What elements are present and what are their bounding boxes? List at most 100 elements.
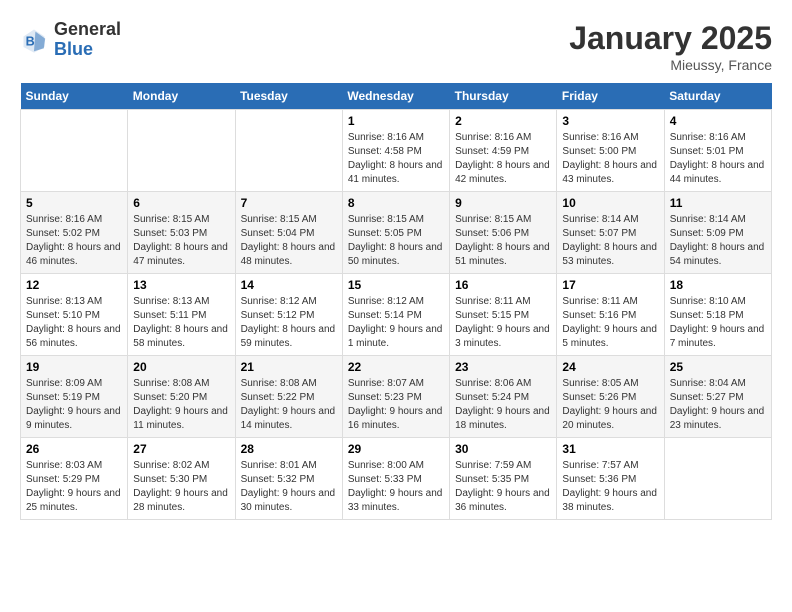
day-info: Sunrise: 8:16 AM Sunset: 4:59 PM Dayligh…	[455, 131, 551, 187]
day-info: Sunrise: 8:14 AM Sunset: 5:09 PM Dayligh…	[670, 213, 766, 269]
day-number: 25	[670, 360, 766, 374]
day-info: Sunrise: 8:15 AM Sunset: 5:06 PM Dayligh…	[455, 213, 551, 269]
calendar-day-empty	[664, 438, 771, 520]
calendar-day-15: 15Sunrise: 8:12 AM Sunset: 5:14 PM Dayli…	[342, 274, 449, 356]
day-number: 4	[670, 114, 766, 128]
calendar-day-1: 1Sunrise: 8:16 AM Sunset: 4:58 PM Daylig…	[342, 110, 449, 192]
day-info: Sunrise: 8:09 AM Sunset: 5:19 PM Dayligh…	[26, 377, 122, 433]
calendar-day-11: 11 Sunrise: 8:14 AM Sunset: 5:09 PM Dayli…	[664, 192, 771, 274]
day-info: Sunrise: 8:16 AM Sunset: 5:01 PM Dayligh…	[670, 131, 766, 187]
calendar-day-25: 25 Sunrise: 8:04 AM Sunset: 5:27 PM Dayli…	[664, 356, 771, 438]
day-info: Sunrise: 8:15 AM Sunset: 5:04 PM Dayligh…	[241, 213, 337, 269]
calendar-day-22: 22 Sunrise: 8:07 AM Sunset: 5:23 PM Dayli…	[342, 356, 449, 438]
page-header: B General Blue January 2025 Mieussy, Fra…	[20, 20, 772, 73]
day-number: 27	[133, 442, 229, 456]
weekday-header-friday: Friday	[557, 83, 664, 110]
day-number: 8	[348, 196, 444, 210]
day-info: Sunrise: 8:15 AM Sunset: 5:05 PM Dayligh…	[348, 213, 444, 269]
day-info: Sunrise: 8:11 AM Sunset: 5:15 PM Dayligh…	[455, 295, 551, 351]
logo: B General Blue	[20, 20, 121, 60]
day-number: 21	[241, 360, 337, 374]
day-info: Sunrise: 8:13 AM Sunset: 5:11 PM Dayligh…	[133, 295, 229, 351]
day-number: 14	[241, 278, 337, 292]
day-info: Sunrise: 8:00 AM Sunset: 5:33 PM Dayligh…	[348, 459, 444, 515]
calendar-week-row: 26 Sunrise: 8:03 AM Sunset: 5:29 PM Dayli…	[21, 438, 772, 520]
calendar-day-31: 31 Sunrise: 7:57 AM Sunset: 5:36 PM Dayli…	[557, 438, 664, 520]
calendar-day-empty	[128, 110, 235, 192]
calendar-day-3: 3Sunrise: 8:16 AM Sunset: 5:00 PM Daylig…	[557, 110, 664, 192]
day-number: 20	[133, 360, 229, 374]
day-info: Sunrise: 8:16 AM Sunset: 5:00 PM Dayligh…	[562, 131, 658, 187]
day-info: Sunrise: 8:05 AM Sunset: 5:26 PM Dayligh…	[562, 377, 658, 433]
day-number: 19	[26, 360, 122, 374]
calendar-day-18: 18Sunrise: 8:10 AM Sunset: 5:18 PM Dayli…	[664, 274, 771, 356]
day-number: 2	[455, 114, 551, 128]
calendar-day-9: 9Sunrise: 8:15 AM Sunset: 5:06 PM Daylig…	[450, 192, 557, 274]
calendar-day-29: 29 Sunrise: 8:00 AM Sunset: 5:33 PM Dayli…	[342, 438, 449, 520]
day-number: 23	[455, 360, 551, 374]
calendar-week-row: 1Sunrise: 8:16 AM Sunset: 4:58 PM Daylig…	[21, 110, 772, 192]
calendar-day-empty	[235, 110, 342, 192]
day-number: 22	[348, 360, 444, 374]
calendar-day-17: 17 Sunrise: 8:11 AM Sunset: 5:16 PM Dayli…	[557, 274, 664, 356]
day-info: Sunrise: 8:13 AM Sunset: 5:10 PM Dayligh…	[26, 295, 122, 351]
calendar-day-8: 8 Sunrise: 8:15 AM Sunset: 5:05 PM Daylig…	[342, 192, 449, 274]
day-number: 18	[670, 278, 766, 292]
day-number: 29	[348, 442, 444, 456]
day-number: 10	[562, 196, 658, 210]
day-info: Sunrise: 8:12 AM Sunset: 5:12 PM Dayligh…	[241, 295, 337, 351]
day-number: 5	[26, 196, 122, 210]
day-number: 7	[241, 196, 337, 210]
calendar-day-2: 2 Sunrise: 8:16 AM Sunset: 4:59 PM Daylig…	[450, 110, 557, 192]
day-info: Sunrise: 8:16 AM Sunset: 4:58 PM Dayligh…	[348, 131, 444, 187]
location: Mieussy, France	[569, 57, 772, 73]
weekday-header-row: SundayMondayTuesdayWednesdayThursdayFrid…	[21, 83, 772, 110]
day-number: 24	[562, 360, 658, 374]
calendar-table: SundayMondayTuesdayWednesdayThursdayFrid…	[20, 83, 772, 520]
calendar-day-13: 13 Sunrise: 8:13 AM Sunset: 5:11 PM Dayli…	[128, 274, 235, 356]
calendar-day-14: 14 Sunrise: 8:12 AM Sunset: 5:12 PM Dayli…	[235, 274, 342, 356]
calendar-day-24: 24 Sunrise: 8:05 AM Sunset: 5:26 PM Dayli…	[557, 356, 664, 438]
month-title: January 2025	[569, 20, 772, 57]
calendar-day-5: 5 Sunrise: 8:16 AM Sunset: 5:02 PM Daylig…	[21, 192, 128, 274]
calendar-day-23: 23Sunrise: 8:06 AM Sunset: 5:24 PM Dayli…	[450, 356, 557, 438]
weekday-header-wednesday: Wednesday	[342, 83, 449, 110]
day-number: 30	[455, 442, 551, 456]
calendar-day-16: 16 Sunrise: 8:11 AM Sunset: 5:15 PM Dayli…	[450, 274, 557, 356]
day-number: 26	[26, 442, 122, 456]
logo-general: General	[54, 19, 121, 39]
calendar-week-row: 19 Sunrise: 8:09 AM Sunset: 5:19 PM Dayli…	[21, 356, 772, 438]
calendar-header: SundayMondayTuesdayWednesdayThursdayFrid…	[21, 83, 772, 110]
weekday-header-tuesday: Tuesday	[235, 83, 342, 110]
day-number: 16	[455, 278, 551, 292]
svg-text:B: B	[26, 34, 35, 48]
day-number: 11	[670, 196, 766, 210]
day-info: Sunrise: 7:57 AM Sunset: 5:36 PM Dayligh…	[562, 459, 658, 515]
logo-blue: Blue	[54, 39, 93, 59]
day-info: Sunrise: 8:08 AM Sunset: 5:22 PM Dayligh…	[241, 377, 337, 433]
day-number: 13	[133, 278, 229, 292]
day-info: Sunrise: 8:07 AM Sunset: 5:23 PM Dayligh…	[348, 377, 444, 433]
day-info: Sunrise: 8:11 AM Sunset: 5:16 PM Dayligh…	[562, 295, 658, 351]
day-info: Sunrise: 8:16 AM Sunset: 5:02 PM Dayligh…	[26, 213, 122, 269]
calendar-day-7: 7 Sunrise: 8:15 AM Sunset: 5:04 PM Daylig…	[235, 192, 342, 274]
day-number: 17	[562, 278, 658, 292]
day-info: Sunrise: 7:59 AM Sunset: 5:35 PM Dayligh…	[455, 459, 551, 515]
calendar-body: 1Sunrise: 8:16 AM Sunset: 4:58 PM Daylig…	[21, 110, 772, 520]
weekday-header-sunday: Sunday	[21, 83, 128, 110]
calendar-day-26: 26 Sunrise: 8:03 AM Sunset: 5:29 PM Dayli…	[21, 438, 128, 520]
calendar-day-12: 12Sunrise: 8:13 AM Sunset: 5:10 PM Dayli…	[21, 274, 128, 356]
calendar-day-20: 20 Sunrise: 8:08 AM Sunset: 5:20 PM Dayli…	[128, 356, 235, 438]
day-info: Sunrise: 8:04 AM Sunset: 5:27 PM Dayligh…	[670, 377, 766, 433]
day-number: 6	[133, 196, 229, 210]
day-number: 28	[241, 442, 337, 456]
day-info: Sunrise: 8:03 AM Sunset: 5:29 PM Dayligh…	[26, 459, 122, 515]
calendar-day-10: 10Sunrise: 8:14 AM Sunset: 5:07 PM Dayli…	[557, 192, 664, 274]
calendar-week-row: 12Sunrise: 8:13 AM Sunset: 5:10 PM Dayli…	[21, 274, 772, 356]
day-info: Sunrise: 8:15 AM Sunset: 5:03 PM Dayligh…	[133, 213, 229, 269]
calendar-day-4: 4 Sunrise: 8:16 AM Sunset: 5:01 PM Daylig…	[664, 110, 771, 192]
calendar-day-empty	[21, 110, 128, 192]
day-number: 31	[562, 442, 658, 456]
day-info: Sunrise: 8:08 AM Sunset: 5:20 PM Dayligh…	[133, 377, 229, 433]
weekday-header-thursday: Thursday	[450, 83, 557, 110]
